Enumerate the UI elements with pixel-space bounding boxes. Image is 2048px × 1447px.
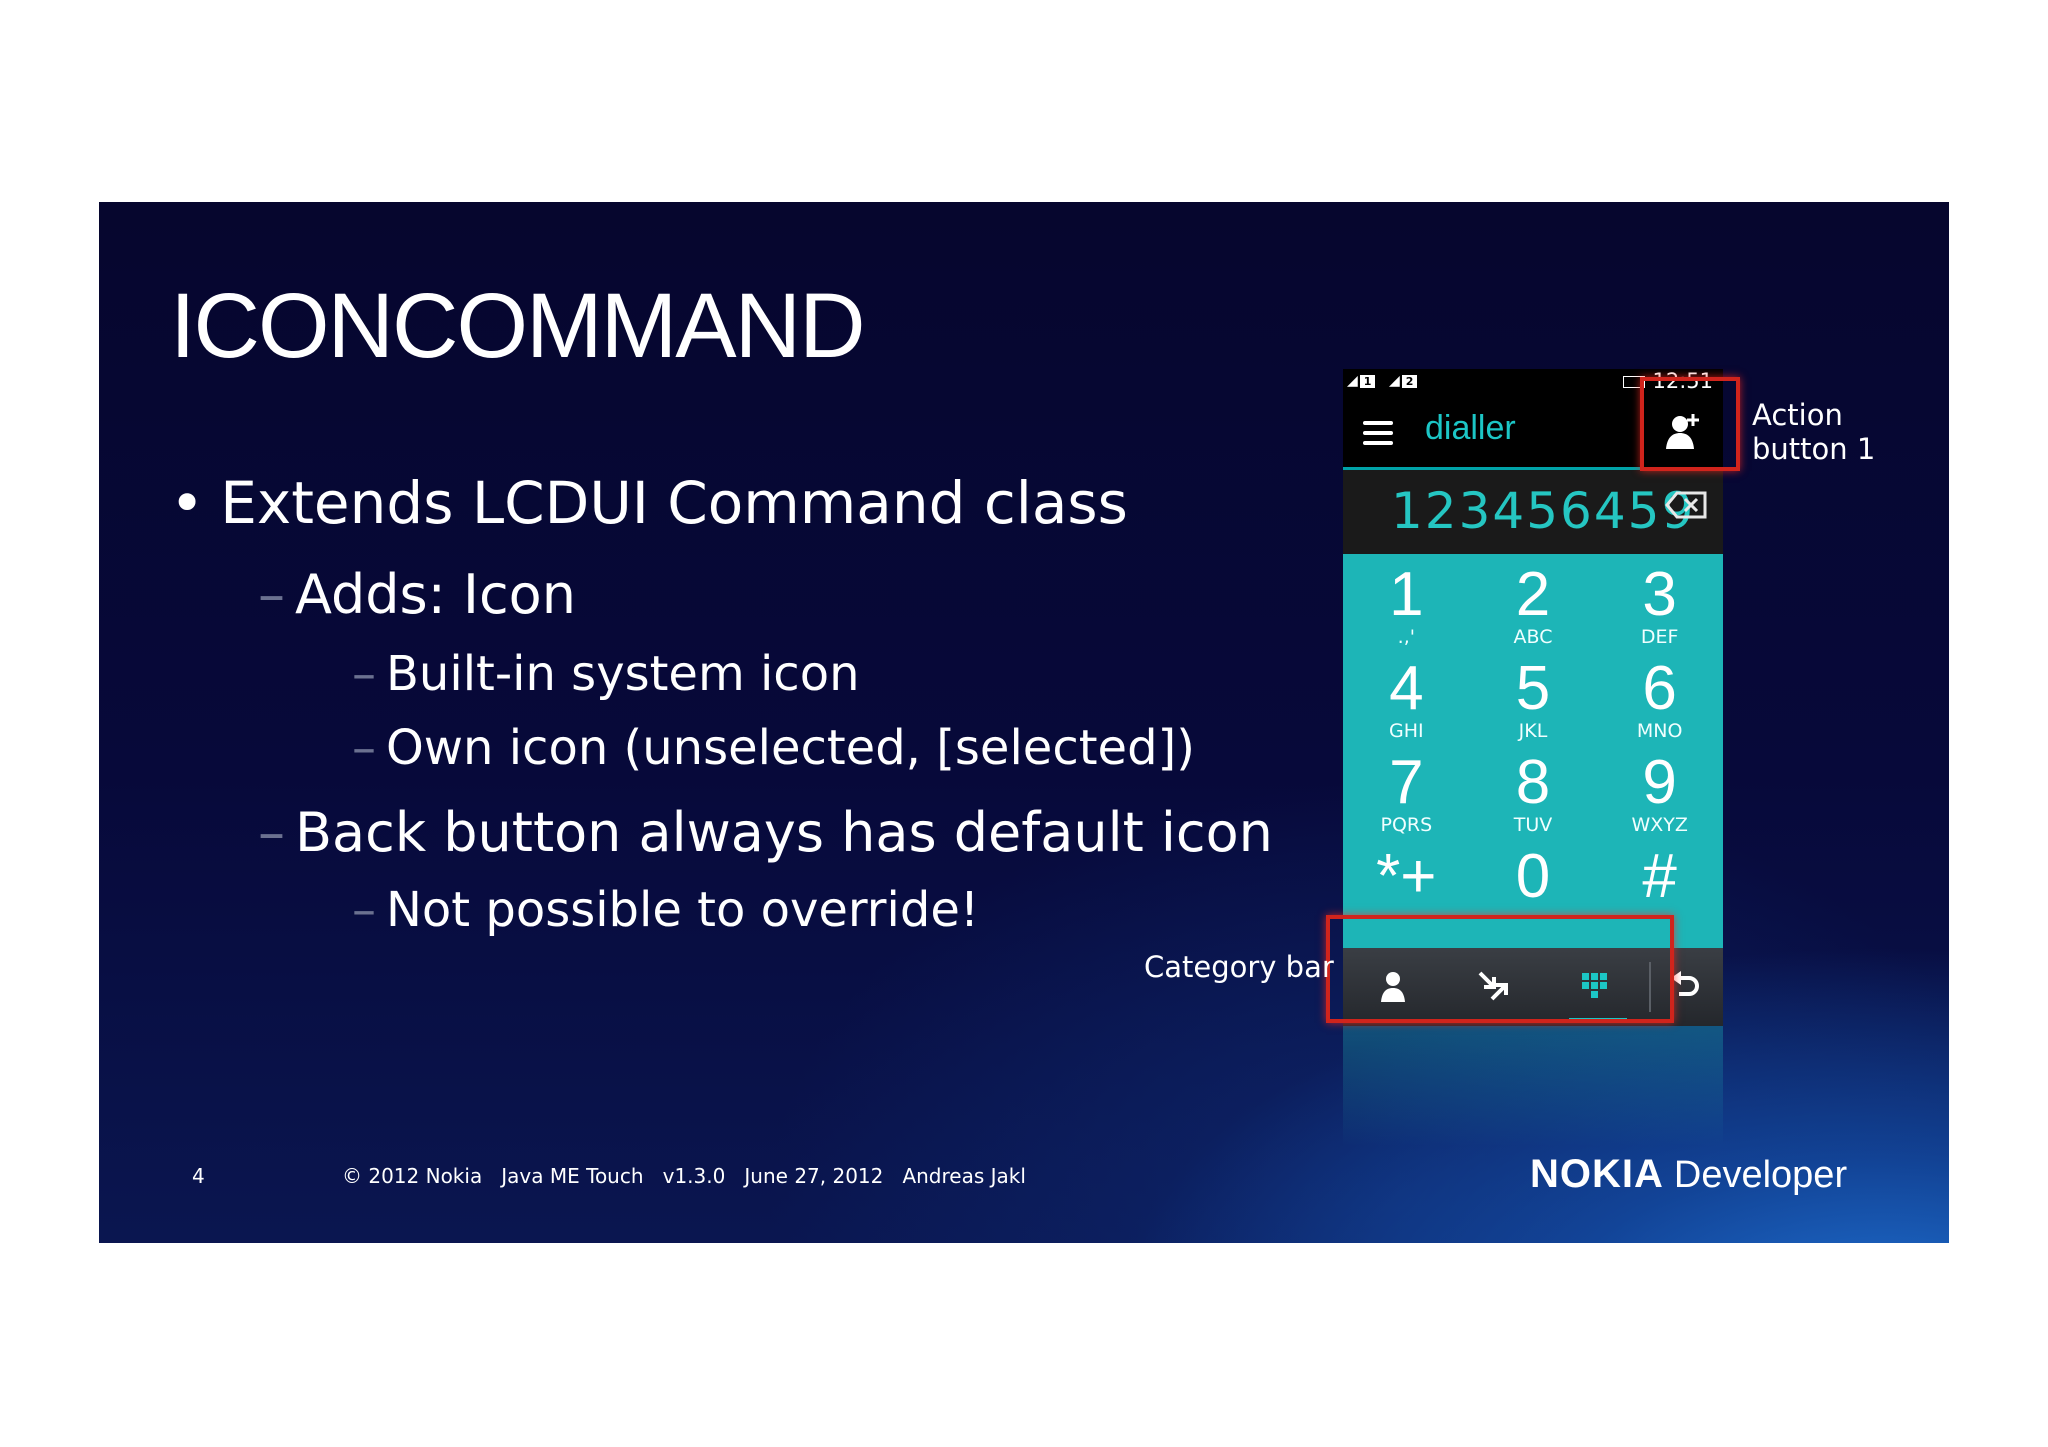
dial-key[interactable]: 6 MNO [1596, 654, 1723, 748]
dialled-number: 123456459 [1391, 482, 1696, 540]
key-letters: GHI [1389, 720, 1424, 742]
bullet-level3: – Built-in system icon [352, 650, 859, 698]
dial-key[interactable]: 9 WXYZ [1596, 748, 1723, 842]
number-display: 123456459 [1343, 470, 1723, 554]
key-digit: 4 [1389, 654, 1424, 723]
slide-title: ICONCOMMAND [170, 275, 866, 377]
phone-screenshot: ◢ 1 ◢ 2 12:51 dialler 123456459 1 .,' 2 ABC 3 D… [1343, 369, 1723, 1146]
dial-key[interactable]: 8 TUV [1470, 748, 1597, 842]
key-letters: WXYZ [1631, 814, 1688, 836]
sim-badge: 2 [1401, 375, 1418, 388]
bullet-text: Extends LCDUI Command class [220, 469, 1128, 537]
key-digit: 2 [1515, 560, 1551, 629]
menu-icon[interactable] [1363, 421, 1393, 451]
category-bar-highlight [1326, 915, 1674, 1023]
dial-key[interactable]: 7 PQRS [1343, 748, 1470, 842]
annotation-line: Action [1752, 398, 1843, 432]
signal-icon: ◢ 2 [1389, 373, 1418, 389]
category-bar-annotation: Category bar [1144, 950, 1334, 984]
bullet-dash: – [352, 720, 376, 776]
backspace-icon[interactable] [1665, 490, 1709, 520]
bullet-text: Back button always has default icon [295, 801, 1273, 864]
logo-sub: Developer [1673, 1154, 1848, 1196]
bullet-dash: – [352, 882, 376, 938]
dial-key[interactable]: 1 .,' [1343, 560, 1470, 654]
key-digit: *+ [1376, 842, 1437, 911]
bullet-level2: – Adds: Icon [258, 568, 576, 622]
bullet-dash: – [352, 646, 376, 702]
sim-badge: 1 [1359, 375, 1376, 388]
key-digit: 9 [1642, 748, 1677, 817]
key-digit: 7 [1389, 748, 1424, 817]
dial-keypad: 1 .,' 2 ABC 3 DEF 4 GHI 5 JKL 6 MNO 7 PQRS 8 TUV 9 WXYZ *+… [1343, 554, 1723, 948]
page-number: 4 [192, 1164, 205, 1188]
action-button-highlight [1640, 377, 1740, 471]
bullet-dash: – [258, 563, 285, 626]
key-letters: TUV [1513, 814, 1553, 836]
key-letters: .,' [1397, 626, 1415, 648]
key-digit: 1 [1389, 560, 1424, 629]
dial-key[interactable]: 3 DEF [1596, 560, 1723, 654]
bullet-dash: – [258, 801, 285, 864]
key-digit: 3 [1642, 560, 1677, 629]
bullet-dot: • [170, 469, 205, 537]
key-digit: 6 [1642, 654, 1677, 723]
header-title: dialler [1425, 409, 1516, 447]
footer-text: © 2012 Nokia Java ME Touch v1.3.0 June 2… [342, 1164, 1026, 1188]
key-digit: 8 [1515, 748, 1551, 817]
bullet-level3: – Own icon (unselected, [selected]) [352, 724, 1195, 772]
key-digit: 5 [1515, 654, 1551, 723]
logo-brand: NOKIA [1530, 1152, 1664, 1196]
phone-reflection [1343, 1026, 1723, 1146]
signal-icon: ◢ 1 [1347, 373, 1376, 389]
bullet-level1: • Extends LCDUI Command class [170, 474, 1128, 532]
bullet-text: Not possible to override! [386, 882, 980, 938]
bullet-level2: – Back button always has default icon [258, 806, 1273, 860]
key-letters: PQRS [1380, 814, 1433, 836]
key-letters: DEF [1640, 626, 1679, 648]
bullet-level3: – Not possible to override! [352, 886, 979, 934]
dial-key[interactable]: 5 JKL [1470, 654, 1597, 748]
bullet-text: Built-in system icon [386, 646, 860, 702]
key-digit: 0 [1515, 842, 1551, 911]
annotation-line: button 1 [1752, 432, 1876, 466]
dial-key[interactable]: 4 GHI [1343, 654, 1470, 748]
bullet-text: Own icon (unselected, [selected]) [386, 720, 1195, 776]
key-letters: ABC [1513, 626, 1553, 648]
bullet-text: Adds: Icon [295, 563, 576, 626]
action-button-annotation: Action button 1 [1752, 398, 1875, 466]
key-digit: # [1642, 842, 1677, 911]
dial-key[interactable]: 2 ABC [1470, 560, 1597, 654]
nokia-developer-logo: NOKIA Developer [1530, 1152, 1847, 1197]
key-letters: MNO [1636, 720, 1683, 742]
key-letters: JKL [1518, 720, 1548, 742]
